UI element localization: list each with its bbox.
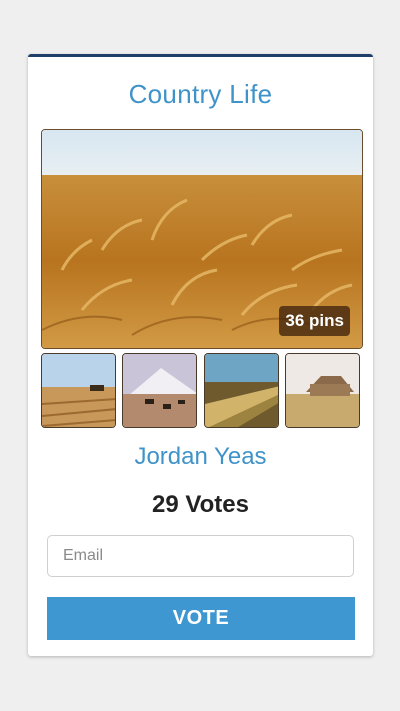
card-title: Country Life [128, 79, 273, 109]
author-name[interactable]: Jordan Yeas [28, 443, 373, 471]
contest-card: Country Life 36 pins Jordan Yeas 29 Vote… [28, 54, 373, 656]
fields-road-photo [205, 354, 278, 427]
vote-count: 29 Votes [152, 491, 249, 518]
pins-badge: 36 pins [279, 306, 350, 336]
email-field[interactable] [47, 535, 354, 577]
thumbnail-strip [41, 353, 361, 428]
thumbnail-harvest[interactable] [41, 353, 116, 428]
thumbnail-mountain-cattle[interactable] [122, 353, 197, 428]
thumbnail-old-barn[interactable] [285, 353, 360, 428]
mountain-cattle-photo [123, 354, 196, 427]
thumbnail-fields-road[interactable] [204, 353, 279, 428]
old-barn-photo [286, 354, 359, 427]
hero-image[interactable]: 36 pins [41, 129, 363, 349]
vote-button[interactable]: VOTE [47, 597, 355, 640]
harvest-photo [42, 354, 115, 427]
